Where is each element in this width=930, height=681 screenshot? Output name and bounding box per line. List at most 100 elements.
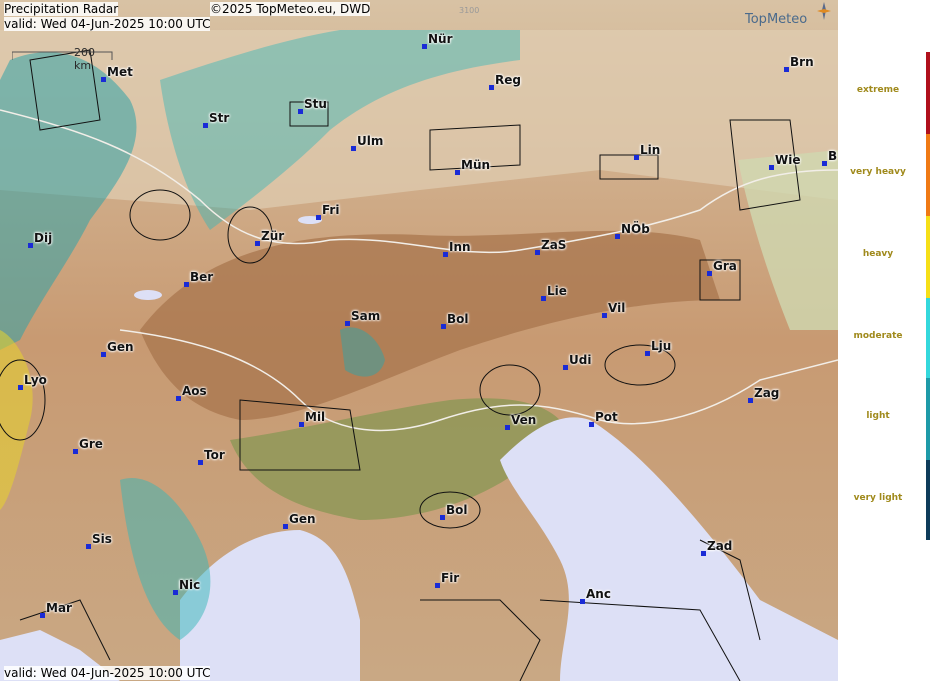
city-marker-dot [541, 296, 546, 301]
city-label: Lin [640, 143, 661, 157]
precipitation-legend: extreme very heavy heavy moderate light very … [838, 0, 930, 681]
city-marker-dot [283, 524, 288, 529]
city-label: Stu [304, 97, 327, 111]
legend-color-swatch [926, 298, 930, 380]
city-marker-dot [455, 170, 460, 175]
city-marker-dot [351, 146, 356, 151]
city-label: Lie [547, 284, 567, 298]
city-marker-dot [86, 544, 91, 549]
city-label: Nic [179, 578, 201, 592]
city-label: Fir [441, 571, 460, 585]
compass-icon [817, 2, 831, 20]
city-label: Aos [182, 384, 207, 398]
city-label: Tor [204, 448, 225, 462]
city-marker-dot [784, 67, 789, 72]
city-marker-dot [316, 215, 321, 220]
city-label: Wie [775, 153, 801, 167]
legend-label: light [866, 411, 890, 421]
city-label: Dij [34, 231, 53, 245]
city-marker-dot [440, 515, 445, 520]
city-label: Zür [261, 229, 285, 243]
city-label: Anc [586, 587, 611, 601]
city-label: Bol [446, 503, 468, 517]
city-marker-dot [505, 425, 510, 430]
city-label: Str [209, 111, 230, 125]
city-marker-dot [580, 599, 585, 604]
city-label: Gra [713, 259, 737, 273]
city-label: Ven [511, 413, 537, 427]
city-label: Pot [595, 410, 618, 424]
city-label: Bol [447, 312, 469, 326]
city-marker-dot [198, 460, 203, 465]
city-marker-dot [769, 165, 774, 170]
legend-label: very light [853, 493, 903, 503]
city-marker-dot [203, 123, 208, 128]
legend-label: moderate [853, 331, 903, 341]
city-marker-dot [701, 551, 706, 556]
city-marker-dot [298, 109, 303, 114]
legend-color-swatch [926, 134, 930, 216]
city-marker-dot [173, 590, 178, 595]
city-marker-dot [422, 44, 427, 49]
city-label: Lyo [24, 373, 47, 387]
city-marker-dot [101, 77, 106, 82]
city-marker-dot [345, 321, 350, 326]
legend-label: heavy [862, 249, 894, 259]
city-label: Gen [107, 340, 134, 354]
city-label: Gen [289, 512, 316, 526]
city-label: Vil [608, 301, 626, 315]
city-marker-dot [748, 398, 753, 403]
city-label: Zad [707, 539, 733, 553]
legend-color-swatch [926, 460, 930, 540]
city-label: Brn [790, 55, 814, 69]
legend-color-swatch [926, 216, 930, 298]
map-code: 3100 [459, 6, 480, 15]
city-label: Nür [428, 32, 453, 46]
city-label: Reg [495, 73, 521, 87]
city-marker-dot [441, 324, 446, 329]
valid-time-top: valid: Wed 04-Jun-2025 10:00 UTC [4, 17, 211, 31]
topmeteo-logo: TopMeteo [745, 2, 831, 27]
city-label: Fri [322, 203, 340, 217]
city-label: ZaS [541, 238, 567, 252]
legend-color-swatch [926, 378, 930, 460]
city-label: Zag [754, 386, 780, 400]
city-label: Gre [79, 437, 103, 451]
radar-map[interactable]: Precipitation Radar ©2025 TopMeteo.eu, D… [0, 0, 838, 681]
city-marker-dot [489, 85, 494, 90]
city-label: Sis [92, 532, 112, 546]
city-label: Mün [461, 158, 491, 172]
scale-bar-line [12, 51, 113, 60]
city-label: Mil [305, 410, 326, 424]
map-title: Precipitation Radar [4, 2, 119, 16]
city-marker-dot [73, 449, 78, 454]
city-label: NÖb [621, 222, 650, 236]
city-label: Lju [651, 339, 672, 353]
city-label: Mar [46, 601, 72, 615]
city-marker-dot [645, 351, 650, 356]
legend-label: extreme [856, 85, 900, 95]
city-marker-dot [255, 241, 260, 246]
city-marker-dot [634, 155, 639, 160]
city-label: B [828, 149, 838, 163]
city-marker-dot [615, 234, 620, 239]
city-marker-dot [18, 385, 23, 390]
city-marker-dot [602, 313, 607, 318]
city-marker-dot [101, 352, 106, 357]
city-label: Inn [449, 240, 471, 254]
city-marker-dot [184, 282, 189, 287]
legend-label: very heavy [850, 167, 906, 177]
city-label: Met [107, 65, 133, 79]
city-marker-dot [563, 365, 568, 370]
city-label: Udi [569, 353, 592, 367]
city-marker-dot [435, 583, 440, 588]
city-label: Sam [351, 309, 381, 323]
city-marker-dot [707, 271, 712, 276]
city-marker-dot [40, 613, 45, 618]
city-marker-dot [535, 250, 540, 255]
city-marker-dot [299, 422, 304, 427]
city-marker-dot [28, 243, 33, 248]
legend-color-swatch [926, 52, 930, 134]
city-label: Ber [190, 270, 214, 284]
copyright-text: ©2025 TopMeteo.eu, DWD [210, 2, 371, 16]
